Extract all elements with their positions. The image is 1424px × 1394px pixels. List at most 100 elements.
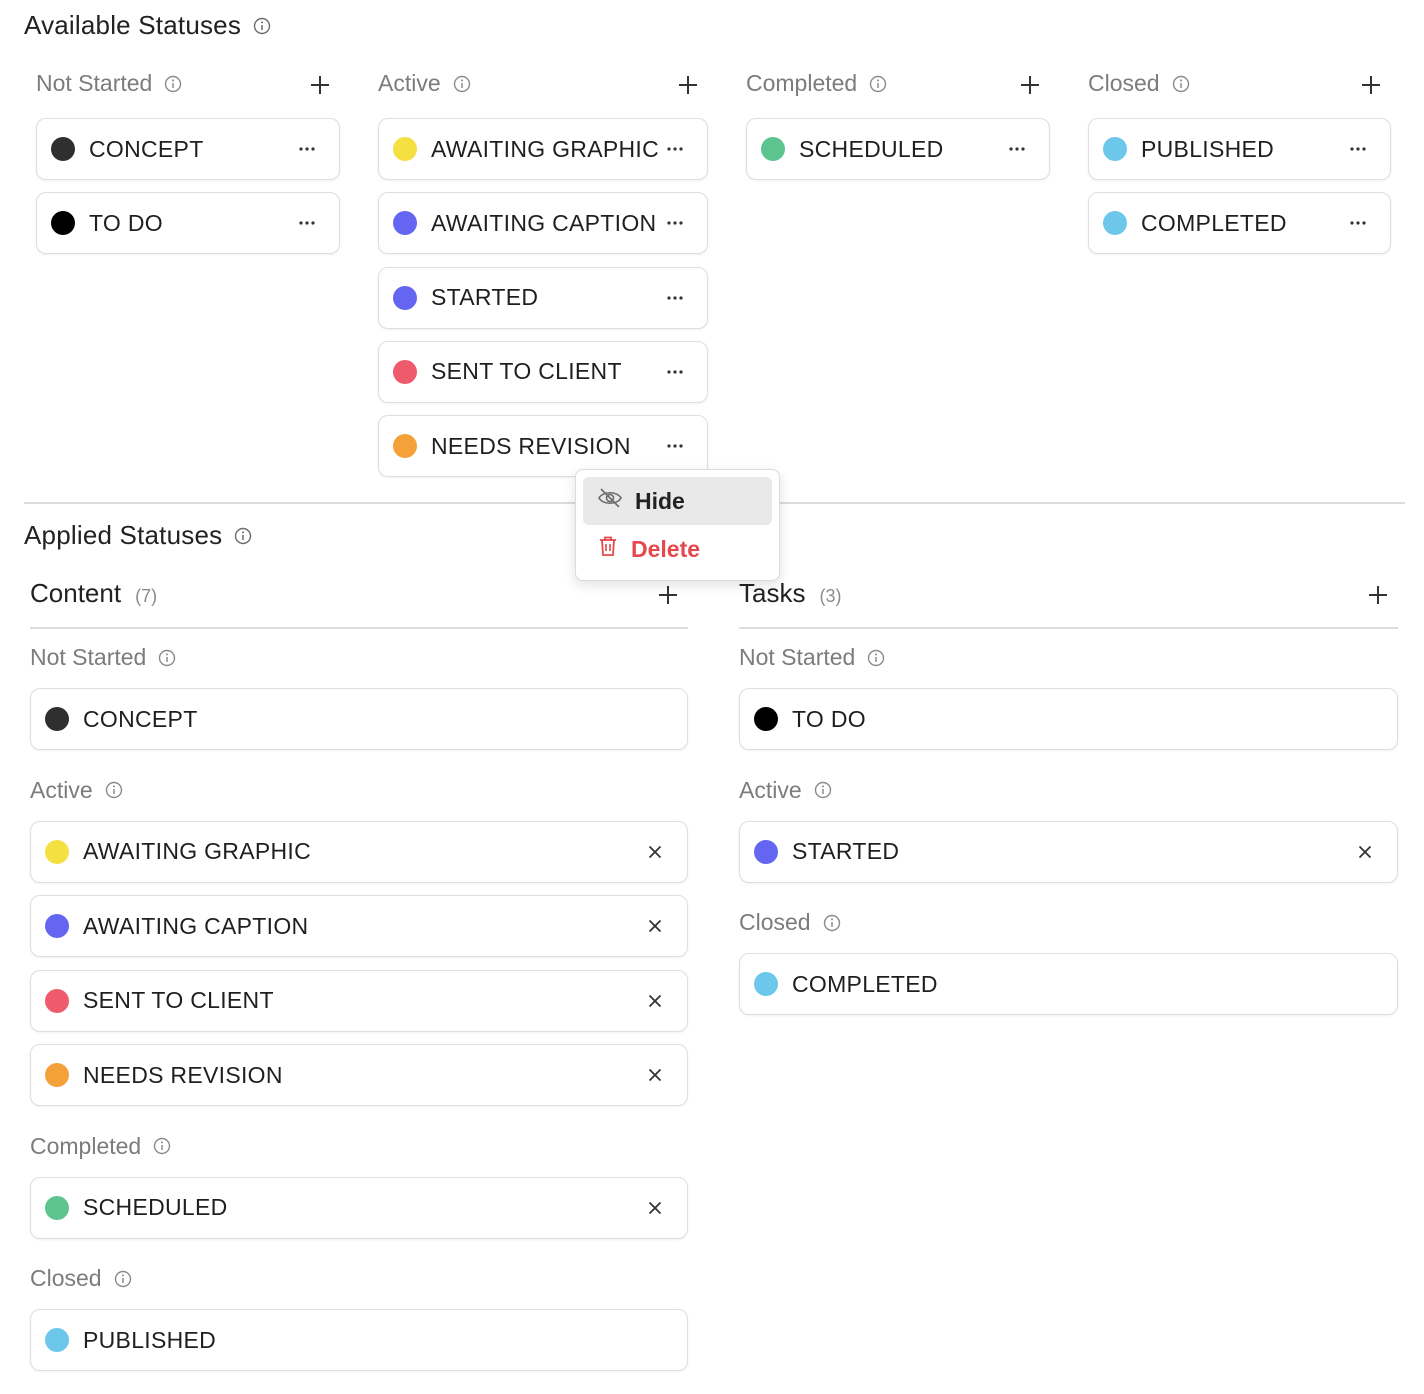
status-chip-to-do[interactable]: TO DO (739, 688, 1398, 750)
status-chip-published[interactable]: PUBLISHED (1088, 118, 1391, 180)
status-label: SCHEDULED (799, 135, 944, 162)
column-header-label: Completed (746, 70, 858, 96)
status-label: AWAITING GRAPHIC (83, 838, 311, 864)
status-label: AWAITING GRAPHIC (431, 135, 659, 162)
status-color-dot (1103, 137, 1127, 161)
status-chip-completed[interactable]: COMPLETED (1088, 192, 1391, 255)
info-icon[interactable] (823, 914, 841, 932)
more-options-icon[interactable] (663, 434, 687, 458)
hide-menu-item[interactable]: Hide (583, 477, 772, 525)
more-options-icon[interactable] (295, 137, 319, 161)
delete-menu-item[interactable]: Delete (583, 525, 772, 573)
info-icon[interactable] (158, 649, 176, 667)
status-chip-awaiting-graphic[interactable]: AWAITING GRAPHIC (378, 118, 708, 180)
info-icon[interactable] (453, 75, 471, 93)
more-options-icon[interactable] (663, 211, 687, 235)
remove-status-icon[interactable] (1353, 840, 1377, 864)
group-divider (30, 627, 688, 629)
status-color-dot (45, 914, 69, 938)
status-chip-scheduled[interactable]: SCHEDULED (746, 118, 1050, 180)
status-color-dot (51, 137, 75, 161)
remove-status-icon[interactable] (643, 914, 667, 938)
hide-label: Hide (635, 487, 685, 514)
column-header-active: Active (30, 777, 123, 804)
status-label: PUBLISHED (1141, 135, 1275, 162)
info-icon[interactable] (869, 75, 887, 93)
status-chip-started[interactable]: STARTED (739, 820, 1398, 883)
group-count: (3) (819, 586, 842, 606)
info-icon[interactable] (114, 1270, 132, 1288)
add-status-button[interactable] (674, 71, 702, 99)
column-header-closed: Closed (30, 1265, 132, 1292)
status-chip-concept[interactable]: CONCEPT (36, 118, 340, 180)
more-options-icon[interactable] (1346, 137, 1370, 161)
info-icon[interactable] (253, 17, 271, 35)
column-header-label: Closed (30, 1265, 102, 1291)
status-color-dot (45, 707, 69, 731)
info-icon[interactable] (234, 527, 252, 545)
add-status-button[interactable] (1357, 71, 1385, 99)
group-title-content: Content (7) (30, 578, 157, 609)
status-label: TO DO (792, 705, 866, 732)
group-name: Tasks (739, 578, 806, 608)
remove-status-icon[interactable] (643, 840, 667, 864)
eye-off-icon (597, 486, 623, 516)
info-icon[interactable] (105, 781, 123, 799)
status-color-dot (45, 1063, 69, 1087)
status-color-dot (393, 137, 417, 161)
status-color-dot (51, 211, 75, 236)
status-label: SENT TO CLIENT (83, 987, 274, 1013)
status-chip-scheduled[interactable]: SCHEDULED (30, 1176, 688, 1239)
status-chip-needs-revision[interactable]: NEEDS REVISION (378, 415, 708, 478)
more-options-icon[interactable] (663, 286, 687, 310)
status-label: SCHEDULED (83, 1194, 228, 1220)
more-options-icon[interactable] (663, 137, 687, 161)
more-options-icon[interactable] (663, 360, 687, 384)
column-header-not-started: Not Started (30, 644, 176, 671)
more-options-icon[interactable] (1005, 137, 1029, 161)
column-header-label: Closed (1088, 70, 1160, 96)
remove-status-icon[interactable] (643, 1196, 667, 1220)
add-status-button[interactable] (1364, 581, 1392, 609)
status-chip-completed[interactable]: COMPLETED (739, 953, 1398, 1015)
status-color-dot (45, 1328, 69, 1352)
info-icon[interactable] (867, 649, 885, 667)
info-icon[interactable] (814, 781, 832, 799)
more-options-icon[interactable] (1346, 211, 1370, 235)
remove-status-icon[interactable] (643, 989, 667, 1013)
status-chip-sent-to-client[interactable]: SENT TO CLIENT (378, 340, 708, 403)
status-chip-concept[interactable]: CONCEPT (30, 688, 688, 750)
status-color-dot (754, 972, 778, 996)
status-chip-awaiting-caption[interactable]: AWAITING CAPTION (30, 895, 688, 957)
add-status-button[interactable] (306, 71, 334, 99)
status-chip-started[interactable]: STARTED (378, 266, 708, 329)
more-options-icon[interactable] (295, 211, 319, 235)
group-divider (739, 627, 1398, 629)
status-label: COMPLETED (1141, 209, 1287, 236)
add-status-button[interactable] (1016, 71, 1044, 99)
status-chip-sent-to-client[interactable]: SENT TO CLIENT (30, 969, 688, 1032)
status-chip-needs-revision[interactable]: NEEDS REVISION (30, 1044, 688, 1106)
status-label: AWAITING CAPTION (83, 912, 309, 939)
group-count: (7) (135, 586, 158, 606)
status-color-dot (1103, 211, 1127, 236)
column-header-label: Completed (30, 1132, 142, 1159)
available-statuses-label: Available Statuses (24, 10, 242, 40)
status-label: SENT TO CLIENT (431, 358, 622, 385)
status-label: CONCEPT (83, 705, 198, 732)
add-status-button[interactable] (654, 581, 682, 609)
info-icon[interactable] (1172, 75, 1190, 93)
status-chip-awaiting-caption[interactable]: AWAITING CAPTION (378, 192, 708, 255)
info-icon[interactable] (164, 75, 182, 93)
status-chip-to-do[interactable]: TO DO (36, 192, 340, 255)
status-chip-awaiting-graphic[interactable]: AWAITING GRAPHIC (30, 820, 688, 883)
status-color-dot (754, 707, 778, 731)
remove-status-icon[interactable] (643, 1063, 667, 1087)
status-color-dot (393, 285, 417, 310)
status-label: STARTED (431, 284, 539, 311)
applied-statuses-label: Applied Statuses (24, 520, 223, 550)
status-chip-published[interactable]: PUBLISHED (30, 1309, 688, 1371)
column-header-completed: Completed (30, 1133, 171, 1160)
column-header-label: Active (739, 776, 802, 803)
info-icon[interactable] (153, 1137, 171, 1155)
